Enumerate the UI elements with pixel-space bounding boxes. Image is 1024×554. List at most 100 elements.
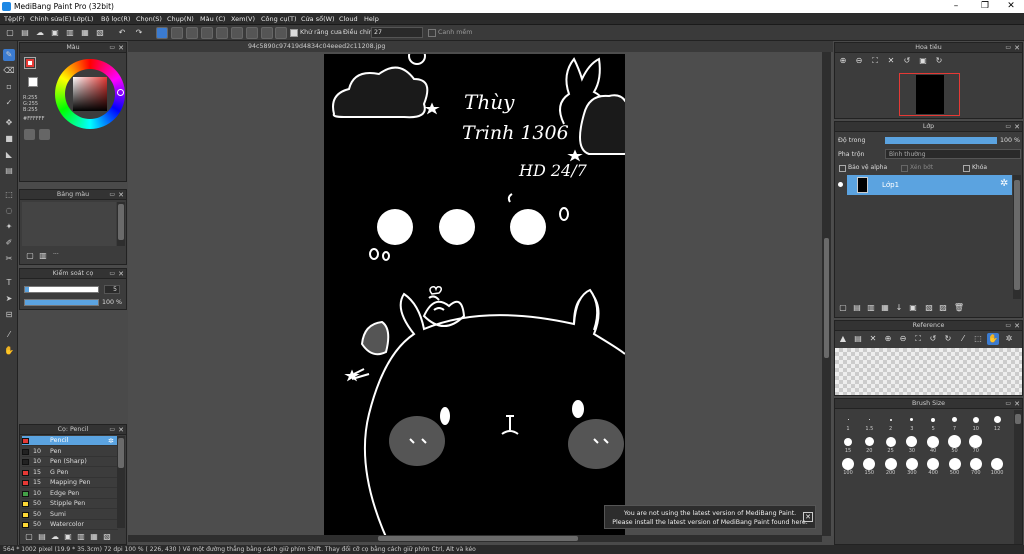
snap-circle-button[interactable] (231, 27, 243, 39)
brush-size-option[interactable]: 30 (903, 435, 921, 454)
antialias-checkbox[interactable] (290, 29, 298, 37)
menu-snap[interactable]: Chụp(N) (167, 15, 194, 23)
ref-rotate-right-icon[interactable]: ↻ (942, 333, 954, 345)
panel-close-icon[interactable]: ✕ (1014, 321, 1020, 331)
undo-icon[interactable]: ↶ (116, 27, 128, 39)
brush-copy-icon[interactable]: ▦ (88, 531, 100, 543)
brush-delete-icon[interactable]: ▧ (101, 531, 113, 543)
blend-select[interactable]: Bình thường (885, 149, 1021, 159)
layer-copy-icon[interactable]: ▧ (923, 302, 935, 314)
ref-eyedropper-icon[interactable]: ⁄ (957, 333, 969, 345)
foreground-color-swatch[interactable] (24, 57, 36, 69)
panel-float-icon[interactable]: ▭ (1005, 43, 1011, 53)
panel-close-icon[interactable]: ✕ (118, 43, 124, 53)
add-halftone-layer-icon[interactable]: ▤ (851, 302, 863, 314)
layer-add-menu-icon[interactable]: ▦ (879, 302, 891, 314)
zoom-out-icon[interactable]: ⊖ (853, 55, 865, 67)
panel-float-icon[interactable]: ▭ (109, 43, 115, 53)
panel-close-icon[interactable]: ✕ (1014, 399, 1020, 409)
brush-settings-icon[interactable]: ✲ (108, 436, 114, 446)
menu-file[interactable]: Tệp(F) (4, 15, 25, 23)
panel-float-icon[interactable]: ▭ (109, 190, 115, 200)
ref-select-icon[interactable]: ⬚ (972, 333, 984, 345)
color-mode-icon[interactable] (24, 129, 35, 140)
brush-size-option[interactable]: 150 (860, 457, 878, 476)
brush-size-slider[interactable] (24, 286, 99, 293)
menu-view[interactable]: Xem(V) (231, 15, 255, 23)
fill-rect-tool-icon[interactable]: ■ (3, 133, 15, 145)
brush-size-option[interactable]: 400 (924, 457, 942, 476)
brush-size-option[interactable]: 3 (903, 413, 921, 432)
brush-size-option[interactable]: 25 (882, 435, 900, 454)
panel-float-icon[interactable]: ▭ (1005, 399, 1011, 409)
brush-list-item[interactable]: 50 Sumi (22, 510, 118, 520)
brush-size-option[interactable]: 300 (903, 457, 921, 476)
menu-select[interactable]: Chọn(S) (136, 15, 162, 23)
layer-export-icon[interactable]: ▨ (937, 302, 949, 314)
minimize-button[interactable]: – (943, 0, 969, 13)
select-pen-tool-icon[interactable]: ✐ (3, 237, 15, 249)
menu-tools[interactable]: Công cụ(T) (261, 15, 297, 23)
lasso-tool-icon[interactable]: ◌ (3, 205, 15, 217)
brush-size-option[interactable]: 1000 (988, 457, 1006, 476)
add-palette-icon[interactable]: ▢ (24, 250, 36, 262)
brush-list-item[interactable]: 10 Edge Pen (22, 489, 118, 499)
brush-size-option[interactable]: 200 (882, 457, 900, 476)
zoom-in-icon[interactable]: ⊕ (837, 55, 849, 67)
edge-checkbox[interactable] (428, 29, 436, 37)
maximize-button[interactable]: ❐ (972, 0, 998, 13)
brush-size-option[interactable]: 40 (924, 435, 942, 454)
ref-zoom-in-icon[interactable]: ⊕ (882, 333, 894, 345)
ref-hand-icon[interactable]: ✋ (987, 333, 999, 345)
layer-visibility-icon[interactable] (838, 182, 843, 187)
brush-size-option[interactable]: 12 (988, 413, 1006, 432)
rotate-reset-icon[interactable]: ▣ (917, 55, 929, 67)
actual-size-icon[interactable]: ✕ (885, 55, 897, 67)
brush-list-item[interactable]: 10 Pen (Sharp) (22, 457, 118, 467)
brush-list-item[interactable]: 15 G Pen (22, 468, 118, 478)
navigator-viewport[interactable] (899, 73, 960, 116)
snap-curve-button[interactable] (246, 27, 258, 39)
panel-close-icon[interactable]: ✕ (118, 425, 124, 435)
gradient-tool-icon[interactable]: ▤ (3, 165, 15, 177)
snap-vanish-button[interactable] (201, 27, 213, 39)
background-color-swatch[interactable] (28, 77, 38, 87)
select-eraser-tool-icon[interactable]: ✂ (3, 253, 15, 265)
brush-list-item[interactable]: 50 Watercolor (22, 520, 118, 530)
magic-wand-tool-icon[interactable]: ✦ (3, 221, 15, 233)
panel-close-icon[interactable]: ✕ (1014, 122, 1020, 132)
hand-tool-icon[interactable]: ✋ (3, 345, 15, 357)
panel-float-icon[interactable]: ▭ (109, 425, 115, 435)
ref-image-icon[interactable]: ▤ (852, 333, 864, 345)
ref-fit-icon[interactable]: ⛶ (912, 333, 924, 345)
layer-opacity-slider[interactable] (885, 137, 997, 144)
export-icon[interactable]: ▧ (94, 27, 106, 39)
redo-icon[interactable]: ↷ (133, 27, 145, 39)
fit-icon[interactable]: ⛶ (869, 55, 881, 67)
brush-folder-icon[interactable]: ▥ (75, 531, 87, 543)
rotate-right-icon[interactable]: ↻ (933, 55, 945, 67)
menu-layer[interactable]: Lớp(L) (73, 15, 93, 23)
brush-size-option[interactable]: 10 (967, 413, 985, 432)
menu-filter[interactable]: Bộ lọc(R) (101, 15, 130, 23)
layer-row[interactable]: Lớp1 ✲ (838, 175, 1012, 195)
panel-close-icon[interactable]: ✕ (118, 190, 124, 200)
brush-list-item[interactable]: Pencil ✲ (22, 436, 118, 446)
text-tool-icon[interactable]: T (3, 277, 15, 289)
brush-size-option[interactable]: 2 (882, 413, 900, 432)
open-file-icon[interactable]: ▤ (19, 27, 31, 39)
panel-float-icon[interactable]: ▭ (109, 269, 115, 279)
snap-settings-button[interactable] (261, 27, 273, 39)
ref-settings-icon[interactable]: ✲ (1003, 333, 1015, 345)
brush-size-option[interactable]: 500 (946, 457, 964, 476)
notice-close-button[interactable]: ✕ (803, 512, 813, 522)
menu-cloud[interactable]: Cloud (339, 15, 358, 23)
ref-rotate-icon[interactable]: ↺ (927, 333, 939, 345)
brush-size-option[interactable]: 5 (924, 413, 942, 432)
close-window-button[interactable]: ✕ (998, 0, 1024, 13)
add-layer-icon[interactable]: ▢ (837, 302, 849, 314)
cloud-icon[interactable]: ☁ (34, 27, 46, 39)
menu-edit[interactable]: Chỉnh sửa(E) (30, 15, 71, 23)
brush-size-option[interactable]: 1.5 (860, 413, 878, 432)
brush-size-option[interactable]: 15 (839, 435, 857, 454)
